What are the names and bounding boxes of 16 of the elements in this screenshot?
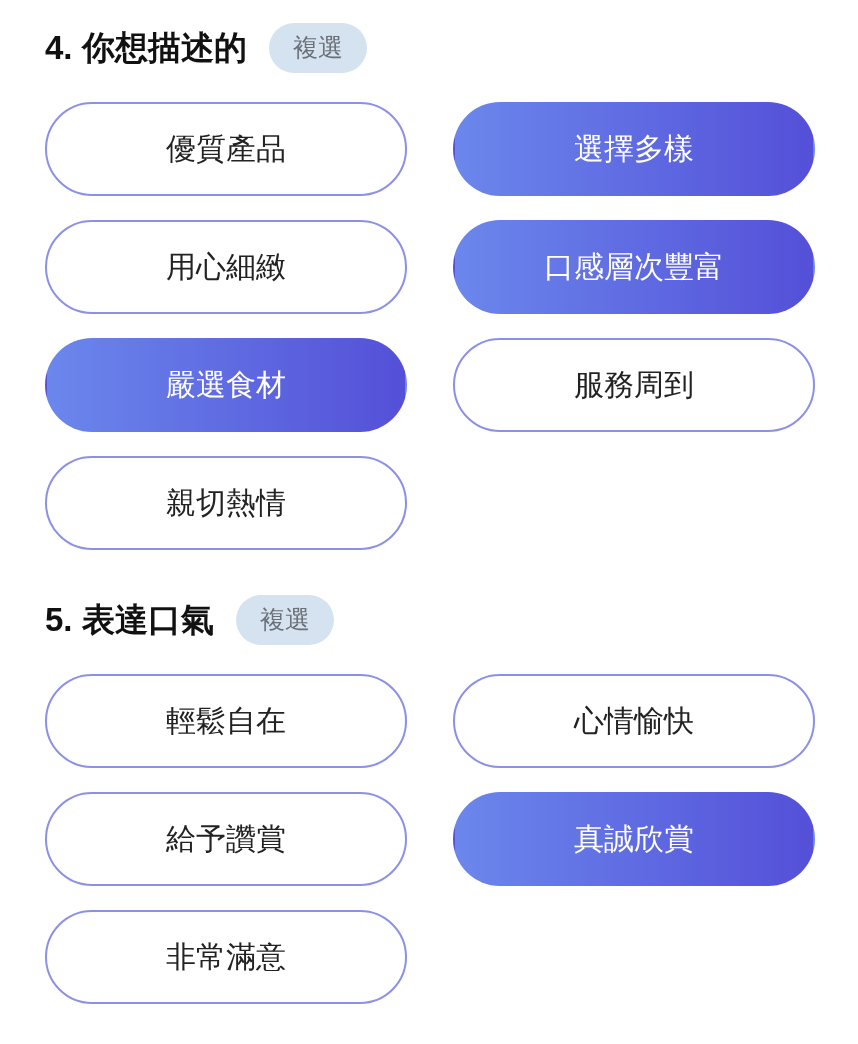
option-button[interactable]: 優質產品 bbox=[45, 102, 407, 196]
question-title: 5. 表達口氣 bbox=[45, 599, 214, 640]
option-button[interactable]: 服務周到 bbox=[453, 338, 815, 432]
question-title: 4. 你想描述的 bbox=[45, 27, 247, 68]
option-button[interactable]: 親切熱情 bbox=[45, 456, 407, 550]
option-button[interactable]: 口感層次豐富 bbox=[453, 220, 815, 314]
option-button[interactable]: 心情愉快 bbox=[453, 674, 815, 768]
option-button[interactable]: 非常滿意 bbox=[45, 910, 407, 1004]
multi-select-badge: 複選 bbox=[268, 23, 367, 73]
option-button[interactable]: 真誠欣賞 bbox=[453, 792, 815, 886]
option-button[interactable]: 給予讚賞 bbox=[45, 792, 407, 886]
option-button[interactable]: 用心細緻 bbox=[45, 220, 407, 314]
option-button[interactable]: 嚴選食材 bbox=[45, 338, 407, 432]
multi-select-badge: 複選 bbox=[235, 595, 334, 645]
option-button[interactable]: 選擇多樣 bbox=[453, 102, 815, 196]
option-button[interactable]: 輕鬆自在 bbox=[45, 674, 407, 768]
